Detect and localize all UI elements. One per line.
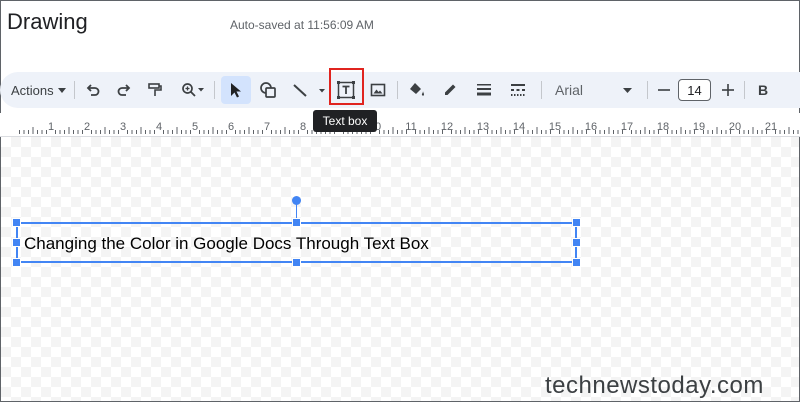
actions-label: Actions <box>11 82 54 98</box>
ruler-number: 17 <box>621 121 633 133</box>
toolbar-divider <box>397 81 398 99</box>
ruler-number: 7 <box>264 121 270 133</box>
line-icon <box>291 82 327 98</box>
paint-format-button[interactable] <box>146 72 164 108</box>
resize-handle-top-right[interactable] <box>572 218 581 227</box>
redo-button[interactable] <box>115 72 133 108</box>
resize-handle-top-left[interactable] <box>12 218 21 227</box>
ruler-number: 16 <box>585 121 597 133</box>
ruler-number: 3 <box>120 121 126 133</box>
ruler-number: 12 <box>441 121 453 133</box>
border-color-icon <box>442 82 458 98</box>
border-weight-icon <box>476 82 492 98</box>
actions-menu-button[interactable]: Actions <box>11 72 66 108</box>
resize-handle-bottom-left[interactable] <box>12 258 21 267</box>
ruler-number: 19 <box>693 121 705 133</box>
fill-color-icon <box>408 81 426 99</box>
ruler-number: 11 <box>405 121 416 133</box>
resize-handle-top[interactable] <box>292 218 301 227</box>
ruler-number: 18 <box>657 121 669 133</box>
resize-handle-bottom-right[interactable] <box>572 258 581 267</box>
minus-icon <box>658 84 670 96</box>
font-family-value: Arial <box>555 82 584 98</box>
ruler-number: 2 <box>84 121 90 133</box>
ruler-number: 15 <box>549 121 561 133</box>
undo-button[interactable] <box>84 72 102 108</box>
rotation-handle[interactable] <box>292 196 301 205</box>
plus-icon <box>722 84 734 96</box>
toolbar-divider <box>541 81 542 99</box>
ruler-number: 5 <box>192 121 198 133</box>
toolbar-divider <box>214 81 215 99</box>
drawing-canvas[interactable] <box>1 137 799 401</box>
toolbar-divider <box>744 81 745 99</box>
ruler-number: 20 <box>729 121 741 133</box>
autosave-status: Auto-saved at 11:56:09 AM <box>230 18 374 32</box>
horizontal-ruler: 123456789101112131415161718192021 <box>0 113 800 137</box>
decrease-font-size-button[interactable] <box>656 72 672 108</box>
ruler-number: 14 <box>513 121 525 133</box>
document-title[interactable]: Drawing <box>7 9 88 35</box>
text-box-highlight <box>329 68 364 105</box>
undo-icon <box>85 82 101 98</box>
select-button[interactable] <box>226 72 246 108</box>
resize-handle-bottom[interactable] <box>292 258 301 267</box>
shape-icon <box>259 81 277 99</box>
border-color-button[interactable] <box>441 72 459 108</box>
ruler-number: 8 <box>300 121 306 133</box>
border-dash-icon <box>510 82 526 98</box>
text-box-content[interactable]: Changing the Color in Google Docs Throug… <box>24 234 429 254</box>
resize-handle-right[interactable] <box>572 238 581 247</box>
fill-color-button[interactable] <box>406 72 428 108</box>
select-icon <box>229 82 243 98</box>
zoom-icon <box>181 82 205 98</box>
ruler-number: 1 <box>48 121 54 133</box>
toolbar-divider <box>647 81 648 99</box>
toolbar-divider <box>74 81 75 99</box>
ruler-number: 4 <box>156 121 162 133</box>
ruler-number: 13 <box>477 121 489 133</box>
text-box-tooltip: Text box <box>313 110 377 132</box>
image-button[interactable] <box>369 72 387 108</box>
resize-handle-left[interactable] <box>12 238 21 247</box>
line-button[interactable] <box>290 72 328 108</box>
shape-button[interactable] <box>258 72 278 108</box>
redo-icon <box>116 82 132 98</box>
font-caret-icon[interactable] <box>622 72 632 108</box>
zoom-button[interactable] <box>176 72 210 108</box>
border-weight-button[interactable] <box>475 72 493 108</box>
image-icon <box>370 82 386 98</box>
caret-down-icon <box>57 87 66 93</box>
ruler-number: 6 <box>228 121 234 133</box>
font-size-input[interactable]: 14 <box>678 79 711 101</box>
border-dash-button[interactable] <box>509 72 527 108</box>
ruler-number: 21 <box>765 121 777 133</box>
site-watermark: technewstoday.com <box>545 372 764 399</box>
bold-button[interactable]: B <box>756 72 770 108</box>
increase-font-size-button[interactable] <box>720 72 736 108</box>
paint-format-icon <box>147 82 163 98</box>
